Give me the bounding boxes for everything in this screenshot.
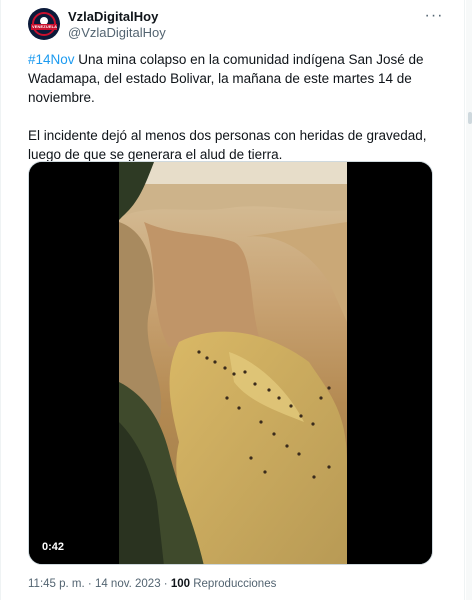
more-horizontal-icon[interactable]: ··· — [424, 8, 444, 26]
tweet-header: VENEZUELA VzlaDigitalHoy @VzlaDigitalHoy… — [28, 8, 444, 48]
tweet-meta: 11:45 p. m. · 14 nov. 2023 · 100 Reprodu… — [28, 576, 276, 592]
avatar[interactable]: VENEZUELA — [28, 8, 60, 40]
views-label: Reproducciones — [193, 578, 277, 590]
handle[interactable]: @VzlaDigitalHoy — [68, 25, 166, 41]
views-count: 100 — [170, 578, 191, 590]
tweet-paragraph-1-text: Una mina colapso en la comunidad indígen… — [28, 52, 424, 105]
post-time[interactable]: 11:45 p. m. — [28, 578, 85, 590]
meta-separator: · — [87, 578, 92, 590]
video-frame — [29, 162, 432, 564]
sidebar-edge — [466, 0, 472, 600]
tweet-paragraph-2: El incidente dejó al menos dos personas … — [28, 128, 427, 162]
video-duration: 0:42 — [37, 538, 70, 556]
hashtag-link[interactable]: #14Nov — [28, 52, 75, 67]
meta-separator-2: · — [163, 578, 168, 590]
tweet-text: #14Nov Una mina colapso en la comunidad … — [28, 50, 448, 164]
tweet-paragraph-1: #14Nov Una mina colapso en la comunidad … — [28, 50, 448, 107]
avatar-logo-text: VENEZUELA — [32, 24, 58, 29]
post-date[interactable]: 14 nov. 2023 — [95, 578, 161, 590]
scroll-nub — [468, 112, 472, 124]
video-player[interactable]: 0:42 — [28, 161, 433, 565]
display-name[interactable]: VzlaDigitalHoy — [68, 9, 166, 25]
author-names: VzlaDigitalHoy @VzlaDigitalHoy — [68, 9, 166, 41]
tweet[interactable]: VENEZUELA VzlaDigitalHoy @VzlaDigitalHoy… — [0, 0, 464, 600]
right-border — [464, 0, 465, 600]
